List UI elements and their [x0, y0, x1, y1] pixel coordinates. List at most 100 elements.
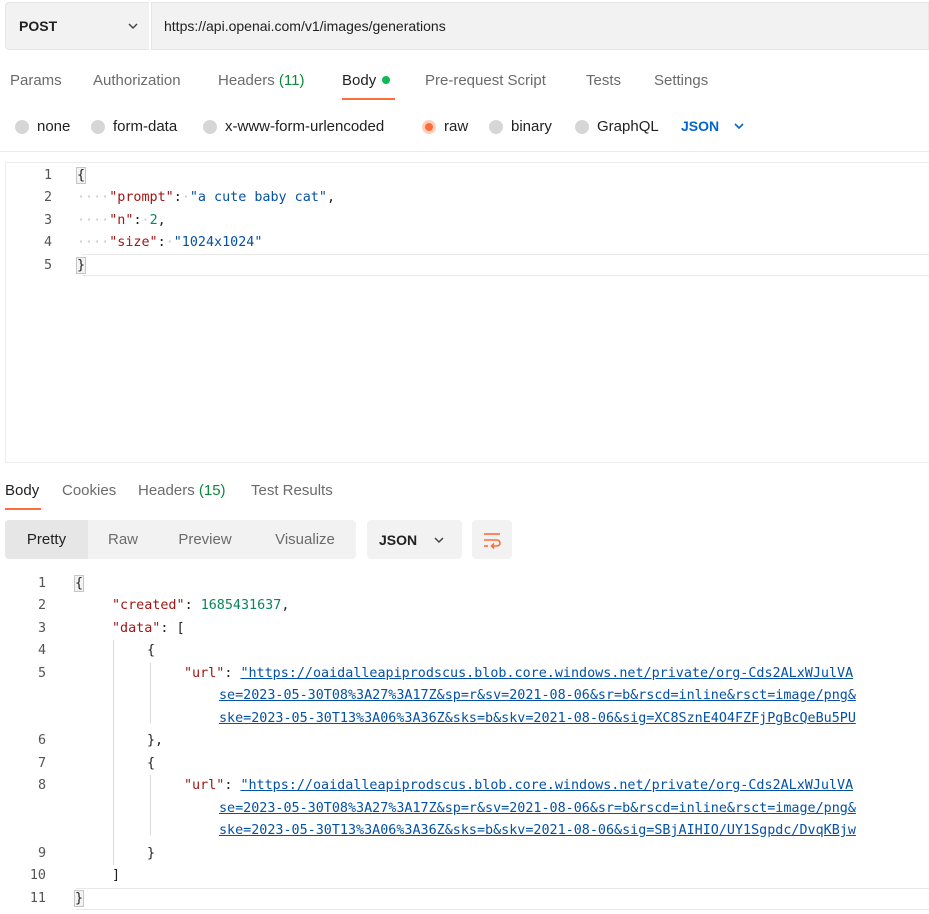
radio-circle-icon	[575, 119, 589, 134]
code-line: "created": 1685431637,	[112, 598, 290, 613]
url-link[interactable]: ske=2023-05-30T13%3A06%3A36Z&sks=b&skv=2…	[219, 711, 856, 726]
method-label: POST	[19, 18, 58, 34]
response-format-label: JSON	[379, 531, 418, 548]
chevron-down-icon	[434, 536, 444, 543]
radio-form-data[interactable]: form-data	[91, 118, 177, 135]
active-tab-underline	[5, 508, 41, 510]
code-line: {	[147, 643, 156, 658]
body-type-radios: none form-data x-www-form-urlencoded raw…	[0, 110, 929, 140]
tab-body[interactable]: Body	[342, 72, 391, 89]
url-link[interactable]: se=2023-05-30T08%3A27%3A17Z&sp=r&sv=2021…	[219, 688, 856, 703]
body-format-label: JSON	[681, 118, 720, 134]
json-key: "prompt"	[109, 190, 174, 205]
line-number: 9	[37, 846, 46, 861]
tab-params[interactable]: Params	[10, 72, 62, 89]
code-line: se=2023-05-30T08%3A27%3A17Z&sp=r&sv=2021…	[219, 688, 856, 703]
indent-guide	[113, 640, 114, 865]
response-body-viewer[interactable]: 1 2 3 4 5 6 7 8 9 10 11 { "created": 168…	[0, 572, 929, 914]
brace: }	[75, 257, 87, 274]
response-tab-body[interactable]: Body	[5, 482, 39, 499]
chevron-down-icon	[128, 23, 138, 30]
radio-circle-icon	[91, 119, 105, 134]
brace: {	[75, 167, 87, 184]
code-line: {	[75, 167, 87, 184]
url-link[interactable]: se=2023-05-30T08%3A27%3A17Z&sp=r&sv=2021…	[219, 801, 856, 816]
radio-none[interactable]: none	[15, 118, 70, 135]
code-line: }	[75, 257, 87, 274]
radio-circle-icon	[203, 119, 217, 134]
tab-headers-label: Headers	[218, 72, 275, 89]
divider	[0, 151, 929, 152]
active-tab-underline	[342, 98, 395, 100]
code-line: ]	[112, 868, 121, 883]
view-raw-button[interactable]: Raw	[88, 520, 158, 559]
chevron-down-icon	[734, 123, 744, 130]
radio-urlencoded[interactable]: x-www-form-urlencoded	[203, 118, 384, 135]
tab-body-label: Body	[342, 72, 377, 89]
json-string: "1024x1024"	[173, 235, 263, 250]
json-key: "url"	[184, 666, 225, 681]
wrap-lines-icon	[484, 532, 501, 549]
code-line: ····"size":·"1024x1024"	[77, 235, 263, 250]
method-select[interactable]: POST	[5, 2, 149, 50]
view-pretty-button[interactable]: Pretty	[5, 520, 88, 559]
radio-label: none	[37, 118, 71, 135]
json-number: 2	[149, 213, 158, 228]
line-number: 4	[43, 235, 52, 250]
line-number: 6	[37, 733, 46, 748]
response-tab-test-results[interactable]: Test Results	[251, 482, 333, 499]
tab-headers-count: (11)	[278, 72, 305, 89]
response-tabs: Body Cookies Headers (15) Test Results	[0, 472, 929, 512]
code-line: "url": "https://oaidalleapiprodscus.blob…	[184, 666, 854, 681]
request-body-editor[interactable]: 1 2 3 4 5 { ····"prompt":·"a cute baby c…	[5, 162, 929, 463]
radio-label: binary	[511, 118, 552, 135]
indent-guide	[150, 663, 151, 723]
response-tab-headers-count: (15)	[198, 482, 226, 499]
code-line: },	[147, 733, 164, 748]
radio-graphql[interactable]: GraphQL	[575, 118, 659, 135]
line-number: 2	[43, 190, 52, 205]
radio-binary[interactable]: binary	[489, 118, 552, 135]
line-number: 7	[37, 756, 46, 771]
radio-label: x-www-form-urlencoded	[225, 118, 385, 135]
brace: }	[73, 890, 85, 907]
response-tab-cookies[interactable]: Cookies	[62, 482, 116, 499]
view-visualize-button[interactable]: Visualize	[258, 520, 352, 559]
response-tab-headers-label: Headers	[138, 482, 195, 499]
json-key: "url"	[184, 778, 225, 793]
tab-settings[interactable]: Settings	[654, 72, 708, 89]
code-line: se=2023-05-30T08%3A27%3A17Z&sp=r&sv=2021…	[219, 801, 856, 816]
wrap-lines-button[interactable]	[472, 520, 512, 559]
tab-tests[interactable]: Tests	[586, 72, 621, 89]
radio-label: form-data	[113, 118, 178, 135]
radio-label: raw	[444, 118, 469, 135]
tab-authorization[interactable]: Authorization	[93, 72, 181, 89]
body-format-select[interactable]: JSON	[681, 118, 745, 134]
code-line: }	[147, 846, 156, 861]
code-line: ske=2023-05-30T13%3A06%3A36Z&sks=b&skv=2…	[219, 823, 856, 838]
json-string: "a cute baby cat"	[189, 190, 327, 205]
code-line: ····"n":·2,	[77, 213, 166, 228]
response-tab-headers[interactable]: Headers (15)	[138, 482, 226, 499]
url-input[interactable]: https://api.openai.com/v1/images/generat…	[151, 2, 929, 50]
line-number: 8	[37, 778, 46, 793]
url-link[interactable]: "https://oaidalleapiprodscus.blob.core.w…	[240, 666, 853, 681]
code-line: }	[73, 890, 85, 907]
view-mode-bar: Pretty Raw Preview Visualize	[5, 520, 356, 559]
line-number: 10	[29, 868, 46, 883]
url-link[interactable]: ske=2023-05-30T13%3A06%3A36Z&sks=b&skv=2…	[219, 823, 856, 838]
url-link[interactable]: "https://oaidalleapiprodscus.blob.core.w…	[240, 778, 853, 793]
radio-circle-icon	[489, 119, 503, 134]
radio-circle-icon	[15, 119, 29, 134]
current-line-highlight	[76, 888, 929, 910]
json-key: "size"	[109, 235, 158, 250]
tab-pre-request-script[interactable]: Pre-request Script	[425, 72, 546, 89]
tab-headers[interactable]: Headers (11)	[218, 72, 304, 89]
code-line: ····"prompt":·"a cute baby cat",	[77, 190, 335, 205]
view-preview-button[interactable]: Preview	[162, 520, 248, 559]
json-key: "data"	[112, 621, 161, 636]
response-format-select[interactable]: JSON	[367, 520, 462, 559]
line-number: 3	[37, 621, 46, 636]
code-line: "url": "https://oaidalleapiprodscus.blob…	[184, 778, 854, 793]
radio-raw[interactable]: raw	[422, 118, 468, 135]
